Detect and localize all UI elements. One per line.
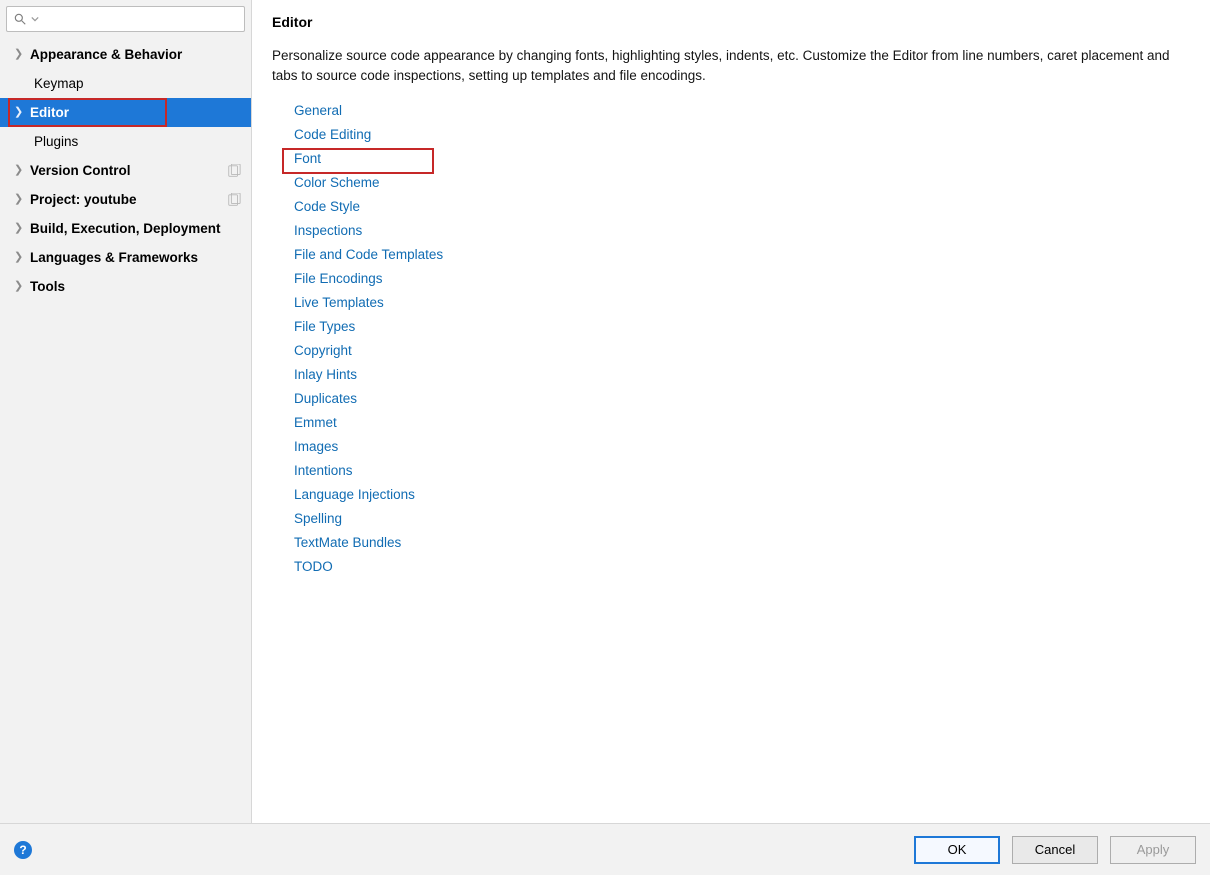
sidebar-item-label: Appearance & Behavior	[30, 47, 182, 62]
settings-link-inlay-hints[interactable]: Inlay Hints	[294, 363, 1190, 387]
sidebar-item-label: Project: youtube	[30, 192, 137, 207]
chevron-right-icon: ❯	[14, 49, 30, 60]
sidebar-item-label: Languages & Frameworks	[30, 250, 198, 265]
sidebar-item-label: Tools	[30, 279, 65, 294]
sidebar-item-version-control[interactable]: ❯Version Control	[0, 156, 251, 185]
settings-link-file-encodings[interactable]: File Encodings	[294, 267, 1190, 291]
chevron-right-icon: ❯	[14, 165, 30, 176]
settings-link-code-editing[interactable]: Code Editing	[294, 123, 1190, 147]
sidebar-item-label: Editor	[30, 105, 69, 120]
search-input[interactable]	[43, 12, 238, 27]
settings-link-textmate-bundles[interactable]: TextMate Bundles	[294, 531, 1190, 555]
settings-link-code-style[interactable]: Code Style	[294, 195, 1190, 219]
settings-link-spelling[interactable]: Spelling	[294, 507, 1190, 531]
settings-link-inspections[interactable]: Inspections	[294, 219, 1190, 243]
help-button[interactable]: ?	[14, 841, 32, 859]
settings-link-color-scheme[interactable]: Color Scheme	[294, 171, 1190, 195]
page-title: Editor	[272, 14, 1190, 30]
sidebar-item-editor[interactable]: ❯Editor	[0, 98, 251, 127]
chevron-right-icon: ❯	[14, 252, 30, 263]
settings-sidebar: ❯Appearance & BehaviorKeymap❯EditorPlugi…	[0, 0, 252, 823]
project-scope-icon	[227, 164, 241, 178]
chevron-right-icon: ❯	[14, 107, 30, 118]
settings-link-emmet[interactable]: Emmet	[294, 411, 1190, 435]
ok-button[interactable]: OK	[914, 836, 1000, 864]
cancel-button[interactable]: Cancel	[1012, 836, 1098, 864]
settings-link-file-types[interactable]: File Types	[294, 315, 1190, 339]
chevron-right-icon: ❯	[14, 223, 30, 234]
settings-link-font[interactable]: Font	[294, 147, 1190, 171]
chevron-right-icon: ❯	[14, 194, 30, 205]
chevron-right-icon: ❯	[14, 281, 30, 292]
dialog-footer: ? OK Cancel Apply	[0, 823, 1210, 875]
settings-sublinks: GeneralCode EditingFontColor SchemeCode …	[272, 99, 1190, 579]
settings-link-file-and-code-templates[interactable]: File and Code Templates	[294, 243, 1190, 267]
sidebar-item-build-execution-deployment[interactable]: ❯Build, Execution, Deployment	[0, 214, 251, 243]
sidebar-item-keymap[interactable]: Keymap	[0, 69, 251, 98]
sidebar-item-languages-frameworks[interactable]: ❯Languages & Frameworks	[0, 243, 251, 272]
sidebar-item-tools[interactable]: ❯Tools	[0, 272, 251, 301]
settings-link-general[interactable]: General	[294, 99, 1190, 123]
sidebar-item-label: Keymap	[34, 76, 84, 91]
sidebar-item-label: Plugins	[34, 134, 78, 149]
settings-tree: ❯Appearance & BehaviorKeymap❯EditorPlugi…	[0, 38, 251, 823]
sidebar-item-plugins[interactable]: Plugins	[0, 127, 251, 156]
settings-link-live-templates[interactable]: Live Templates	[294, 291, 1190, 315]
apply-button: Apply	[1110, 836, 1196, 864]
settings-link-intentions[interactable]: Intentions	[294, 459, 1190, 483]
settings-link-language-injections[interactable]: Language Injections	[294, 483, 1190, 507]
settings-link-todo[interactable]: TODO	[294, 555, 1190, 579]
project-scope-icon	[227, 193, 241, 207]
sidebar-item-appearance-behavior[interactable]: ❯Appearance & Behavior	[0, 40, 251, 69]
page-description: Personalize source code appearance by ch…	[272, 46, 1190, 85]
sidebar-item-project-youtube[interactable]: ❯Project: youtube	[0, 185, 251, 214]
sidebar-item-label: Build, Execution, Deployment	[30, 221, 221, 236]
settings-link-duplicates[interactable]: Duplicates	[294, 387, 1190, 411]
sidebar-item-label: Version Control	[30, 163, 131, 178]
settings-content: Editor Personalize source code appearanc…	[252, 0, 1210, 823]
settings-link-copyright[interactable]: Copyright	[294, 339, 1190, 363]
settings-link-images[interactable]: Images	[294, 435, 1190, 459]
chevron-down-icon	[31, 15, 39, 23]
search-icon	[13, 12, 27, 26]
settings-search[interactable]	[6, 6, 245, 32]
